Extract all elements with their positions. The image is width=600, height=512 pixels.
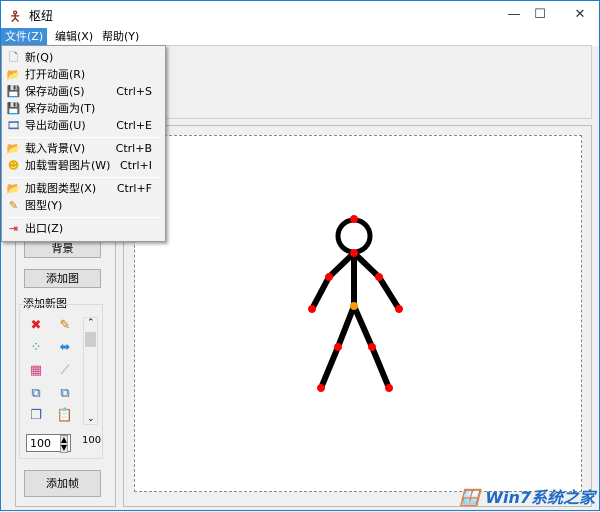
limb [326, 250, 357, 280]
joint-handle[interactable] [350, 215, 358, 223]
menu-item[interactable]: 📂 打开动画(R) [4, 66, 162, 83]
joint-handle[interactable] [350, 249, 358, 257]
menu-item[interactable]: 📂 加载图类型(X) Ctrl+F [4, 180, 162, 197]
menu-item-label: 保存动画(S) [25, 85, 85, 98]
menu-item[interactable]: 💾 保存动画为(T) [4, 100, 162, 117]
file-menu-dropdown: 🗋 新(Q) 📂 打开动画(R) 💾 保存动画(S) Ctrl+S 💾 保存动画为(T) 🎞 导出动… [1, 45, 166, 242]
joint-handle[interactable] [395, 305, 403, 313]
menu-item-label: 载入背景(V) [25, 142, 86, 155]
joint-handle[interactable] [385, 384, 393, 392]
watermark-logo: 🪟 Win7系统之家 [459, 488, 595, 507]
film-icon: 🎞 [6, 119, 21, 132]
menu-separator [6, 137, 162, 138]
joint-handle[interactable] [375, 273, 383, 281]
menu-item[interactable]: ✎ 图型(Y) [4, 197, 162, 214]
menu-item-label: 加载雪碧图片(W) [25, 159, 111, 172]
menu-item[interactable]: 📂 载入背景(V) Ctrl+B [4, 140, 162, 157]
joint-handle[interactable] [325, 273, 333, 281]
menu-item-label: 出口(Z) [25, 222, 64, 235]
pencil-icon: ✎ [8, 199, 19, 212]
joint-handle[interactable] [334, 343, 342, 351]
save-as-icon: 💾 [6, 102, 21, 115]
menu-item[interactable]: 🗋 新(Q) [4, 49, 162, 66]
menu-separator [6, 217, 162, 218]
menu-item-shortcut: Ctrl+S [116, 85, 152, 98]
menu-item-label: 打开动画(R) [25, 68, 86, 81]
menu-item[interactable]: 🎞 导出动画(U) Ctrl+E [4, 117, 162, 134]
limb [318, 344, 341, 391]
menu-item-shortcut: Ctrl+F [116, 182, 152, 195]
menu-item-label: 新(Q) [25, 51, 54, 64]
menu-item-label: 保存动画为(T) [25, 102, 96, 115]
joint-handle[interactable] [350, 302, 358, 310]
limb [351, 303, 375, 350]
folder-icon: 📂 [6, 142, 21, 155]
menu-item-label: 加载图类型(X) [25, 182, 97, 195]
menu-item[interactable]: 💾 保存动画(S) Ctrl+S [4, 83, 162, 100]
menu-item-label: 导出动画(U) [25, 119, 86, 132]
load-figure-icon: 📂 [6, 182, 21, 195]
open-icon: 📂 [6, 68, 21, 81]
menu-item-shortcut: Ctrl+I [119, 159, 152, 172]
limb [335, 303, 357, 350]
head [335, 217, 373, 255]
exit-icon: ⇥ [8, 222, 19, 235]
limb [376, 274, 402, 312]
limb [309, 274, 332, 312]
menu-item-shortcut: Ctrl+E [116, 119, 152, 132]
joint-handle[interactable] [317, 384, 325, 392]
limb [369, 344, 392, 391]
smiley-icon: ☻ [7, 159, 20, 172]
menu-item-label: 图型(Y) [25, 199, 63, 212]
save-icon: 💾 [6, 85, 21, 98]
menu-item-shortcut: Ctrl+B [115, 142, 152, 155]
menu-item[interactable]: ☻ 加载雪碧图片(W) Ctrl+I [4, 157, 162, 174]
menu-item[interactable]: ⇥ 出口(Z) [4, 220, 162, 237]
joint-handle[interactable] [368, 343, 376, 351]
menu-separator [6, 177, 162, 178]
joint-handle[interactable] [308, 305, 316, 313]
new-file-icon: 🗋 [9, 51, 18, 64]
limb [351, 250, 382, 280]
